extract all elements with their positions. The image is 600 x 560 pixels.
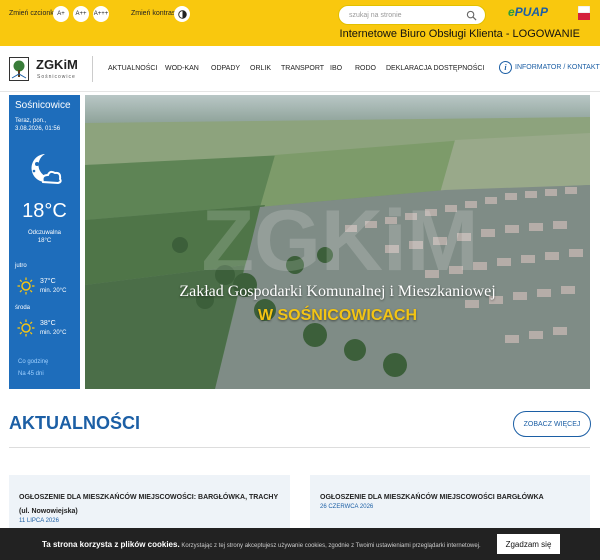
svg-text:ZGKiM: ZGKiM	[201, 193, 478, 289]
informator-label: INFORMATOR / KONTAKT	[515, 64, 600, 71]
nav-item-aktualnosci[interactable]: AKTUALNOŚCI	[108, 65, 157, 72]
main-navigation: ZGKiM Sośnicowice AKTUALNOŚCI WOD-KAN OD…	[0, 46, 600, 92]
hero-banner: ZGKiM Zakład Gospodarki Komunalnej i Mie…	[85, 95, 590, 389]
font-size-a-plus-plus-plus-button[interactable]: A+++	[93, 6, 109, 22]
weather-city: Sośnicowice	[15, 100, 71, 111]
informator-kontakt-link[interactable]: i INFORMATOR / KONTAKT	[499, 61, 600, 74]
top-bar: Zmień czcionkę: A+ A++ A+++ Zmień kontra…	[0, 0, 600, 46]
font-size-a-plus-button[interactable]: A+	[53, 6, 69, 22]
weather-day-min: min. 20°C	[40, 330, 67, 336]
weather-widget: Sośnicowice Teraz, pon., 3.08.2026, 01:5…	[9, 95, 80, 389]
nav-item-orlik[interactable]: ORLIK	[250, 65, 271, 72]
news-card[interactable]: OGŁOSZENIE DLA MIESZKAŃCÓW MIEJSCOWOŚCI …	[310, 475, 590, 535]
cookie-accept-button[interactable]: Zgadzam się	[497, 534, 560, 554]
nav-item-wod-kan[interactable]: WOD-KAN	[165, 65, 199, 72]
hero-subtitle: W SOŚNICOWICACH	[257, 307, 418, 324]
nav-item-transport[interactable]: TRANSPORT	[281, 65, 324, 72]
sun-icon	[17, 319, 35, 337]
weather-45-days-link[interactable]: Na 45 dni	[18, 371, 44, 377]
weather-current-temp: 18°C	[22, 200, 67, 222]
news-heading: AKTUALNOŚCI	[9, 413, 140, 433]
night-cloudy-icon	[31, 154, 62, 185]
news-card-title[interactable]: OGŁOSZENIE DLA MIESZKAŃCÓW MIEJSCOWOŚCI:…	[19, 491, 284, 519]
nav-item-rodo[interactable]: RODO	[355, 65, 376, 72]
search-icon[interactable]	[466, 10, 477, 21]
hero-title: Zakład Gospodarki Komunalnej i Mieszkani…	[179, 283, 496, 300]
logo-divider	[92, 56, 93, 82]
weather-day-min: min. 20°C	[40, 288, 67, 294]
weather-day-name: środa	[15, 305, 31, 311]
cookie-message: Ta strona korzysta z plików cookies. Kor…	[42, 540, 481, 549]
contrast-icon	[177, 9, 187, 19]
polish-flag-icon[interactable]	[578, 6, 590, 20]
cookie-banner: Ta strona korzysta z plików cookies. Kor…	[0, 528, 600, 560]
search-box[interactable]: szukaj na stronie	[338, 5, 486, 25]
logo-subtitle: Sośnicowice	[37, 74, 76, 80]
news-card-date: 26 CZERWCA 2026	[320, 504, 374, 510]
weather-feels-like: Odczuwalna 18°C	[27, 230, 62, 244]
sun-icon	[17, 277, 35, 295]
news-card[interactable]: OGŁOSZENIE DLA MIESZKAŃCÓW MIEJSCOWOŚCI:…	[9, 475, 290, 535]
nav-item-ibo[interactable]: IBO	[330, 65, 342, 72]
nav-item-deklaracja[interactable]: DEKLARACJA DOSTĘPNOŚCI	[386, 65, 484, 72]
news-divider	[9, 447, 590, 448]
weather-hourly-link[interactable]: Co godzinę	[18, 359, 48, 365]
weather-day-temp: 37°C	[40, 278, 56, 285]
search-input[interactable]: szukaj na stronie	[349, 12, 402, 19]
weather-day-temp: 38°C	[40, 320, 56, 327]
nav-item-odpady[interactable]: ODPADY	[211, 65, 240, 72]
weather-now-time: Teraz, pon., 3.08.2026, 01:56	[15, 118, 61, 132]
epuap-link[interactable]: ePUAP	[508, 5, 548, 19]
logo-name[interactable]: ZGKiM	[36, 57, 78, 72]
logo-emblem[interactable]	[9, 57, 29, 81]
aerial-town-photo: ZGKiM	[85, 95, 590, 389]
font-size-label: Zmień czcionkę:	[9, 10, 60, 17]
contrast-toggle-button[interactable]	[174, 6, 190, 22]
font-size-a-plus-plus-button[interactable]: A++	[73, 6, 89, 22]
news-card-date: 11 LIPCA 2026	[19, 518, 59, 524]
news-card-title[interactable]: OGŁOSZENIE DLA MIESZKAŃCÓW MIEJSCOWOŚCI …	[320, 491, 582, 505]
see-more-button[interactable]: ZOBACZ WIĘCEJ	[513, 411, 591, 437]
info-icon: i	[499, 61, 512, 74]
tree-logo-icon	[11, 60, 27, 79]
contrast-label: Zmień kontrast:	[131, 10, 180, 17]
ibok-login-link[interactable]: Internetowe Biuro Obsługi Klienta - LOGO…	[340, 28, 580, 40]
weather-day-name: jutro	[15, 263, 27, 269]
